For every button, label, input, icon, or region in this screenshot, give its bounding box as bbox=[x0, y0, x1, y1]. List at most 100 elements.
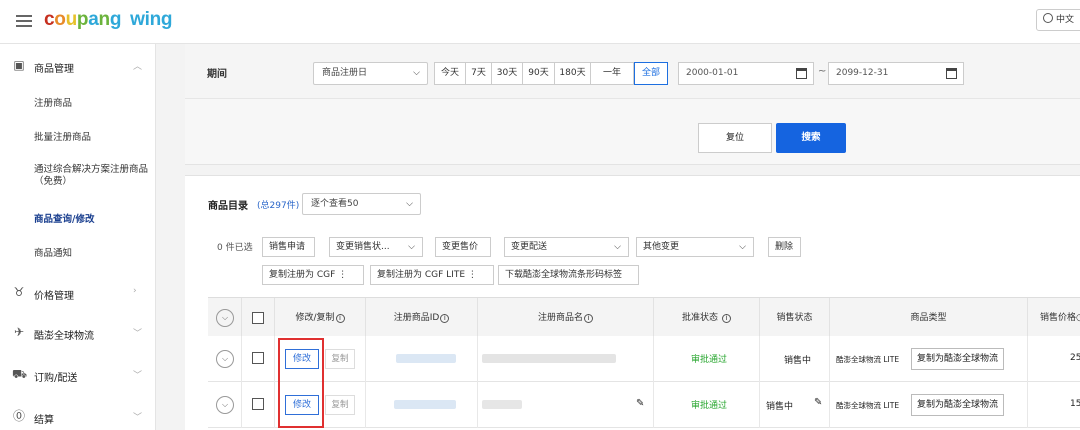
product-type: 酷澎全球物流 LITE bbox=[836, 401, 900, 410]
column-product-id: 注册商品ID i bbox=[366, 298, 478, 338]
change-delivery-label: 变更配送 bbox=[511, 242, 548, 252]
table-row: ⌵ 修改 复制 ✎ 审批通过 销售中 ✎ 酷澎全球物流 LITE 复制为酷澎全球… bbox=[208, 382, 1080, 428]
download-barcode-button[interactable]: 下载酷澎全球物流条形码标签 bbox=[498, 265, 639, 285]
info-icon[interactable]: i bbox=[721, 314, 731, 323]
sidebar-group-logistics[interactable]: ✈ 酷澎全球物流 ﹀ bbox=[0, 313, 156, 353]
column-label: 注册商品ID bbox=[393, 313, 440, 323]
info-icon: ◔ bbox=[1076, 313, 1080, 323]
blurred-product-name bbox=[482, 354, 616, 363]
sidebar-item-register[interactable]: 注册商品 bbox=[34, 98, 156, 110]
selected-count: 0 件已选 bbox=[217, 243, 253, 253]
info-icon[interactable]: i bbox=[440, 314, 450, 323]
range-all-button[interactable]: 全部 bbox=[634, 62, 668, 85]
per-page-select[interactable]: 逐个查看50 ⌵ bbox=[302, 193, 421, 215]
range-today-button[interactable]: 今天 bbox=[434, 62, 466, 85]
column-sale-price: 销售价格◔ bbox=[1028, 298, 1080, 338]
sale-status-cell: 销售中 bbox=[760, 336, 830, 382]
sidebar-item-product-query[interactable]: 商品查询/修改 bbox=[34, 214, 156, 226]
column-label: 修改/复制 bbox=[295, 313, 335, 323]
copy-cgf-lite-button[interactable]: 复制注册为 CGF LITE ⋮ bbox=[370, 265, 494, 285]
range-7d-button[interactable]: 7天 bbox=[465, 62, 492, 85]
approval-status: 审批通过 bbox=[691, 401, 728, 411]
copy-to-cgf-button[interactable]: 复制为酷澎全球物流 bbox=[911, 348, 1005, 370]
hamburger-menu-icon[interactable] bbox=[16, 15, 32, 27]
sidebar-group-settlement[interactable]: ⓪ 结算 ﹀ bbox=[0, 397, 156, 430]
sale-status-cell: 销售中 ✎ bbox=[760, 382, 830, 428]
reset-button[interactable]: 复位 bbox=[698, 123, 772, 153]
copy-cgf-label: 复制注册为 CGF bbox=[269, 270, 336, 280]
product-name-cell bbox=[478, 336, 654, 382]
language-select[interactable]: 中文 bbox=[1036, 9, 1080, 31]
select-cell bbox=[242, 382, 275, 428]
start-date-input[interactable]: 2000-01-01 bbox=[678, 62, 814, 85]
range-180d-button[interactable]: 180天 bbox=[554, 62, 591, 85]
sidebar-group-price[interactable]: ♉ 价格管理 › bbox=[0, 273, 156, 313]
search-button[interactable]: 搜索 bbox=[776, 123, 846, 153]
copy-to-cgf-button[interactable]: 复制为酷澎全球物流 bbox=[911, 394, 1005, 416]
row-checkbox[interactable] bbox=[252, 398, 264, 410]
product-id-cell bbox=[366, 336, 478, 382]
price-cell: 15,6 bbox=[1028, 382, 1080, 428]
pencil-icon[interactable]: ✎ bbox=[814, 397, 822, 408]
row-checkbox[interactable] bbox=[252, 352, 264, 364]
edit-buttons-highlight bbox=[278, 338, 324, 428]
chevron-right-icon: › bbox=[133, 286, 137, 296]
range-90d-button[interactable]: 90天 bbox=[522, 62, 555, 85]
column-label: 批准状态 bbox=[682, 313, 719, 323]
other-change-select[interactable]: 其他变更 ⌵ bbox=[636, 237, 754, 257]
info-icon[interactable]: i bbox=[335, 314, 345, 323]
info-icon[interactable]: i bbox=[584, 314, 593, 323]
logo[interactable]: coupang wing bbox=[44, 9, 172, 31]
range-30d-button[interactable]: 30天 bbox=[491, 62, 523, 85]
product-id-cell bbox=[366, 382, 478, 428]
delete-button[interactable]: 删除 bbox=[768, 237, 801, 257]
copy-cgf-button[interactable]: 复制注册为 CGF ⋮ bbox=[262, 265, 364, 285]
approval-cell: 审批通过 bbox=[654, 336, 760, 382]
expand-row-icon[interactable]: ⌵ bbox=[216, 396, 234, 414]
change-price-button[interactable]: 变更售价 bbox=[435, 237, 491, 257]
box-icon: ▣ bbox=[13, 58, 25, 72]
pencil-icon[interactable]: ✎ bbox=[636, 398, 644, 409]
copy-button[interactable]: 复制 bbox=[325, 395, 355, 415]
period-label: 期间 bbox=[207, 69, 227, 80]
range-1y-button[interactable]: 一年 bbox=[590, 62, 634, 85]
sidebar-group-label: 订购/配送 bbox=[34, 373, 78, 384]
approval-cell: 审批通过 bbox=[654, 382, 760, 428]
product-type-cell: 酷澎全球物流 LITE 复制为酷澎全球物流 bbox=[830, 336, 1028, 382]
chevron-down-icon: ⌵ bbox=[614, 242, 621, 252]
change-delivery-select[interactable]: 变更配送 ⌵ bbox=[504, 237, 629, 257]
sidebar-item-product-notice[interactable]: 商品通知 bbox=[34, 248, 156, 260]
date-type-select[interactable]: 商品注册日 ⌵ bbox=[313, 62, 428, 85]
blurred-product-id bbox=[394, 400, 456, 409]
product-total-count: (总297件) bbox=[257, 201, 300, 211]
copy-button[interactable]: 复制 bbox=[325, 349, 355, 369]
expand-all-icon[interactable]: ⌵ bbox=[216, 309, 234, 327]
sale-price: 25,6 bbox=[1070, 353, 1080, 363]
calendar-icon[interactable] bbox=[796, 68, 807, 79]
product-type: 酷澎全球物流 LITE bbox=[836, 355, 900, 364]
change-status-select[interactable]: 变更销售状... ⌵ bbox=[329, 237, 423, 257]
chevron-down-icon: ﹀ bbox=[133, 329, 143, 339]
expand-row-icon[interactable]: ⌵ bbox=[216, 350, 234, 368]
sidebar-item-solution-register[interactable]: 通过综合解决方案注册商品（免费） bbox=[34, 164, 156, 188]
chevron-down-icon: ⌵ bbox=[739, 242, 746, 252]
table-header: ⌵ 修改/复制 i 注册商品ID i 注册商品名 i 批准状态 i 销售状态 商品类型… bbox=[208, 297, 1080, 338]
copy-cgf-lite-label: 复制注册为 CGF LITE bbox=[377, 270, 466, 280]
airplane-icon: ✈ bbox=[13, 325, 25, 339]
sidebar-item-bulk-register[interactable]: 批量注册商品 bbox=[34, 132, 156, 144]
expand-cell: ⌵ bbox=[208, 336, 242, 382]
sidebar-group-orders[interactable]: ⛟ 订购/配送 ﹀ bbox=[0, 355, 156, 395]
calendar-icon[interactable] bbox=[946, 68, 957, 79]
column-label: 注册商品名 bbox=[537, 313, 583, 323]
sale-request-button[interactable]: 销售申请 bbox=[262, 237, 315, 257]
expand-cell: ⌵ bbox=[208, 382, 242, 428]
end-date-input[interactable]: 2099-12-31 bbox=[828, 62, 964, 85]
select-all-checkbox[interactable] bbox=[252, 312, 264, 324]
more-icon: ⋮ bbox=[467, 270, 477, 280]
language-label: 中文 bbox=[1056, 15, 1075, 25]
chevron-down-icon: ⌵ bbox=[408, 242, 415, 252]
column-product-type: 商品类型 bbox=[830, 298, 1028, 338]
coin-icon: ⓪ bbox=[12, 409, 25, 423]
sidebar-group-product[interactable]: ▣ 商品管理 ︿ bbox=[0, 46, 156, 86]
column-edit-copy: 修改/复制 i bbox=[275, 298, 366, 338]
